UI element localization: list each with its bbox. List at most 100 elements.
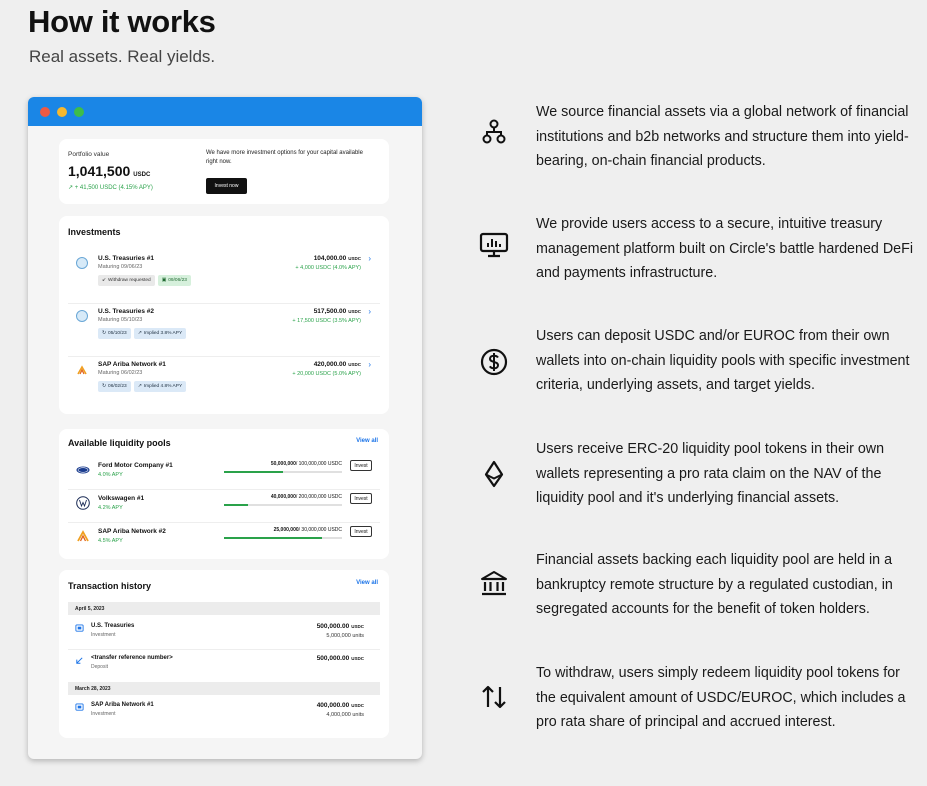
pool-progress-bar [224, 471, 342, 473]
feature-text: We source financial assets via a global … [536, 104, 909, 169]
invest-button[interactable]: Invest [350, 460, 372, 471]
transaction-date-header: March 28, 2023 [68, 682, 380, 695]
investment-name: U.S. Treasuries #2 [98, 308, 155, 315]
refresh-icon: ↻ [102, 331, 107, 336]
transaction-name: <transfer reference number> [91, 655, 173, 661]
investment-amount: 104,000.00 USDC [313, 255, 361, 262]
date-badge: ▣ 09/06/23 [157, 275, 191, 286]
investment-maturity: Maturing 09/06/23 [98, 264, 143, 270]
transaction-type: Investment [91, 632, 116, 638]
investment-name: SAP Ariba Network #1 [98, 361, 166, 368]
arrow-down-left-icon [76, 657, 83, 664]
investment-row[interactable]: U.S. Treasuries #2 Maturing 05/10/23 517… [68, 305, 380, 357]
pool-name: Ford Motor Company #1 [98, 462, 173, 469]
investment-gain: + 20,000 USDC (5.0% APY) [292, 371, 361, 377]
pools-view-all-link[interactable]: View all [356, 438, 378, 444]
refresh-icon: ↻ [102, 384, 107, 389]
transaction-units: 4,000,000 units [326, 712, 364, 718]
feature-text: Users receive ERC-20 liquidity pool toke… [536, 441, 885, 506]
treasury-seal-icon [76, 257, 88, 269]
document-icon [75, 703, 84, 711]
liquidity-pools-card: Available liquidity pools View all Ford … [59, 429, 389, 559]
pool-amount: 25,000,000/ 30,000,000 USDC [273, 527, 342, 533]
pool-progress-fill [224, 471, 283, 473]
chevron-right-icon[interactable]: › [368, 254, 371, 263]
pool-progress-bar [224, 537, 342, 539]
investment-name: U.S. Treasuries #1 [98, 255, 155, 262]
pool-apy: 4.5% APY [98, 538, 123, 544]
feature-text: Financial assets backing each liquidity … [536, 552, 893, 617]
pool-amount: 40,000,000/ 200,000,000 USDC [270, 494, 342, 500]
sap-ariba-logo-icon [76, 363, 88, 375]
date-badge: ↻ 05/10/23 [98, 328, 131, 339]
investment-amount: 517,500.00 USDC [313, 308, 361, 315]
window-titlebar [28, 97, 422, 126]
chevron-right-icon[interactable]: › [368, 360, 371, 369]
pool-apy: 4.0% APY [98, 472, 123, 478]
sap-ariba-logo-icon [76, 529, 90, 543]
apy-badge: ↗ Implied 3.8% APY [133, 328, 187, 339]
investments-title: Investments [68, 227, 121, 237]
transaction-units: 5,000,000 units [326, 633, 364, 639]
monitor-chart-icon [479, 232, 509, 258]
pool-row[interactable]: Volkswagen #1 4.2% APY 40,000,000/ 200,0… [68, 490, 380, 523]
status-badge: ↙ Withdraw requested [98, 275, 155, 286]
transaction-amount: 500,000.00 USDC [316, 623, 364, 630]
cash-icon: ▣ [161, 278, 167, 283]
trend-up-icon: ↗ [137, 331, 142, 336]
pool-progress-fill [224, 537, 322, 539]
investment-maturity: Maturing 05/10/23 [98, 317, 143, 323]
invest-button[interactable]: Invest [350, 526, 372, 537]
trend-up-icon: ↗ [137, 384, 142, 389]
transaction-name: SAP Ariba Network #1 [91, 702, 154, 708]
investment-row[interactable]: SAP Ariba Network #1 Maturing 06/02/23 4… [68, 358, 380, 410]
invest-now-button[interactable]: Invest now [206, 178, 247, 194]
transaction-row[interactable]: U.S. Treasuries Investment 500,000.00 USD… [68, 620, 380, 650]
pool-progress-fill [224, 504, 248, 506]
swap-arrows-icon [482, 685, 506, 709]
app-window: Portfolio value 1,041,500 USDC ↗ + 41,500… [28, 97, 422, 759]
feature-text: We provide users access to a secure, int… [536, 216, 914, 281]
apy-badge: ↗ Implied 4.8% APY [133, 381, 187, 392]
maximize-dot-icon[interactable] [74, 106, 84, 117]
page-subtitle: Real assets. Real yields. [29, 47, 216, 66]
pool-name: Volkswagen #1 [98, 495, 145, 502]
dollar-circle-icon [480, 348, 508, 376]
transaction-row[interactable]: <transfer reference number> Deposit 500,… [68, 652, 380, 682]
portfolio-gain: ↗ + 41,500 USDC (4.15% APY) [68, 185, 153, 191]
bank-icon [481, 571, 507, 596]
transaction-name: U.S. Treasuries [91, 623, 135, 629]
transaction-history-card: Transaction history View all April 5, 20… [59, 570, 389, 738]
transaction-row[interactable]: SAP Ariba Network #1 Investment 400,000.… [68, 699, 380, 729]
transaction-type: Deposit [91, 664, 108, 670]
pool-name: SAP Ariba Network #2 [98, 528, 166, 535]
pools-title: Available liquidity pools [68, 438, 171, 448]
pool-row[interactable]: SAP Ariba Network #2 4.5% APY 25,000,000… [68, 523, 380, 556]
transactions-view-all-link[interactable]: View all [356, 580, 378, 586]
investment-gain: + 4,000 USDC (4.0% APY) [295, 265, 361, 271]
investments-card: Investments U.S. Treasuries #1 Maturing … [59, 216, 389, 414]
transaction-date-header: April 5, 2023 [68, 602, 380, 615]
invest-button[interactable]: Invest [350, 493, 372, 504]
investment-gain: + 17,500 USDC (3.5% APY) [292, 318, 361, 324]
arrow-down-left-icon: ↙ [102, 278, 107, 283]
chevron-right-icon[interactable]: › [368, 307, 371, 316]
pool-row[interactable]: Ford Motor Company #1 4.0% APY 50,000,00… [68, 457, 380, 490]
document-icon [75, 624, 84, 632]
transaction-amount: 500,000.00 USDC [316, 655, 364, 662]
pool-amount: 50,000,000/ 100,000,000 USDC [270, 461, 342, 467]
investment-amount: 420,000.00 USDC [313, 361, 361, 368]
date-badge: ↻ 06/02/23 [98, 381, 131, 392]
investment-row[interactable]: U.S. Treasuries #1 Maturing 09/06/23 104… [68, 252, 380, 304]
portfolio-label: Portfolio value [68, 151, 110, 158]
treasury-seal-icon [76, 310, 88, 322]
ethereum-icon [484, 460, 504, 488]
portfolio-message: We have more investment options for your… [206, 150, 363, 165]
minimize-dot-icon[interactable] [57, 106, 67, 117]
close-dot-icon[interactable] [40, 106, 50, 117]
portfolio-card: Portfolio value 1,041,500 USDC ↗ + 41,500… [59, 139, 389, 204]
transactions-title: Transaction history [68, 581, 152, 591]
transaction-amount: 400,000.00 USDC [316, 702, 364, 709]
pool-progress-bar [224, 504, 342, 506]
trend-up-icon: ↗ [68, 185, 74, 191]
